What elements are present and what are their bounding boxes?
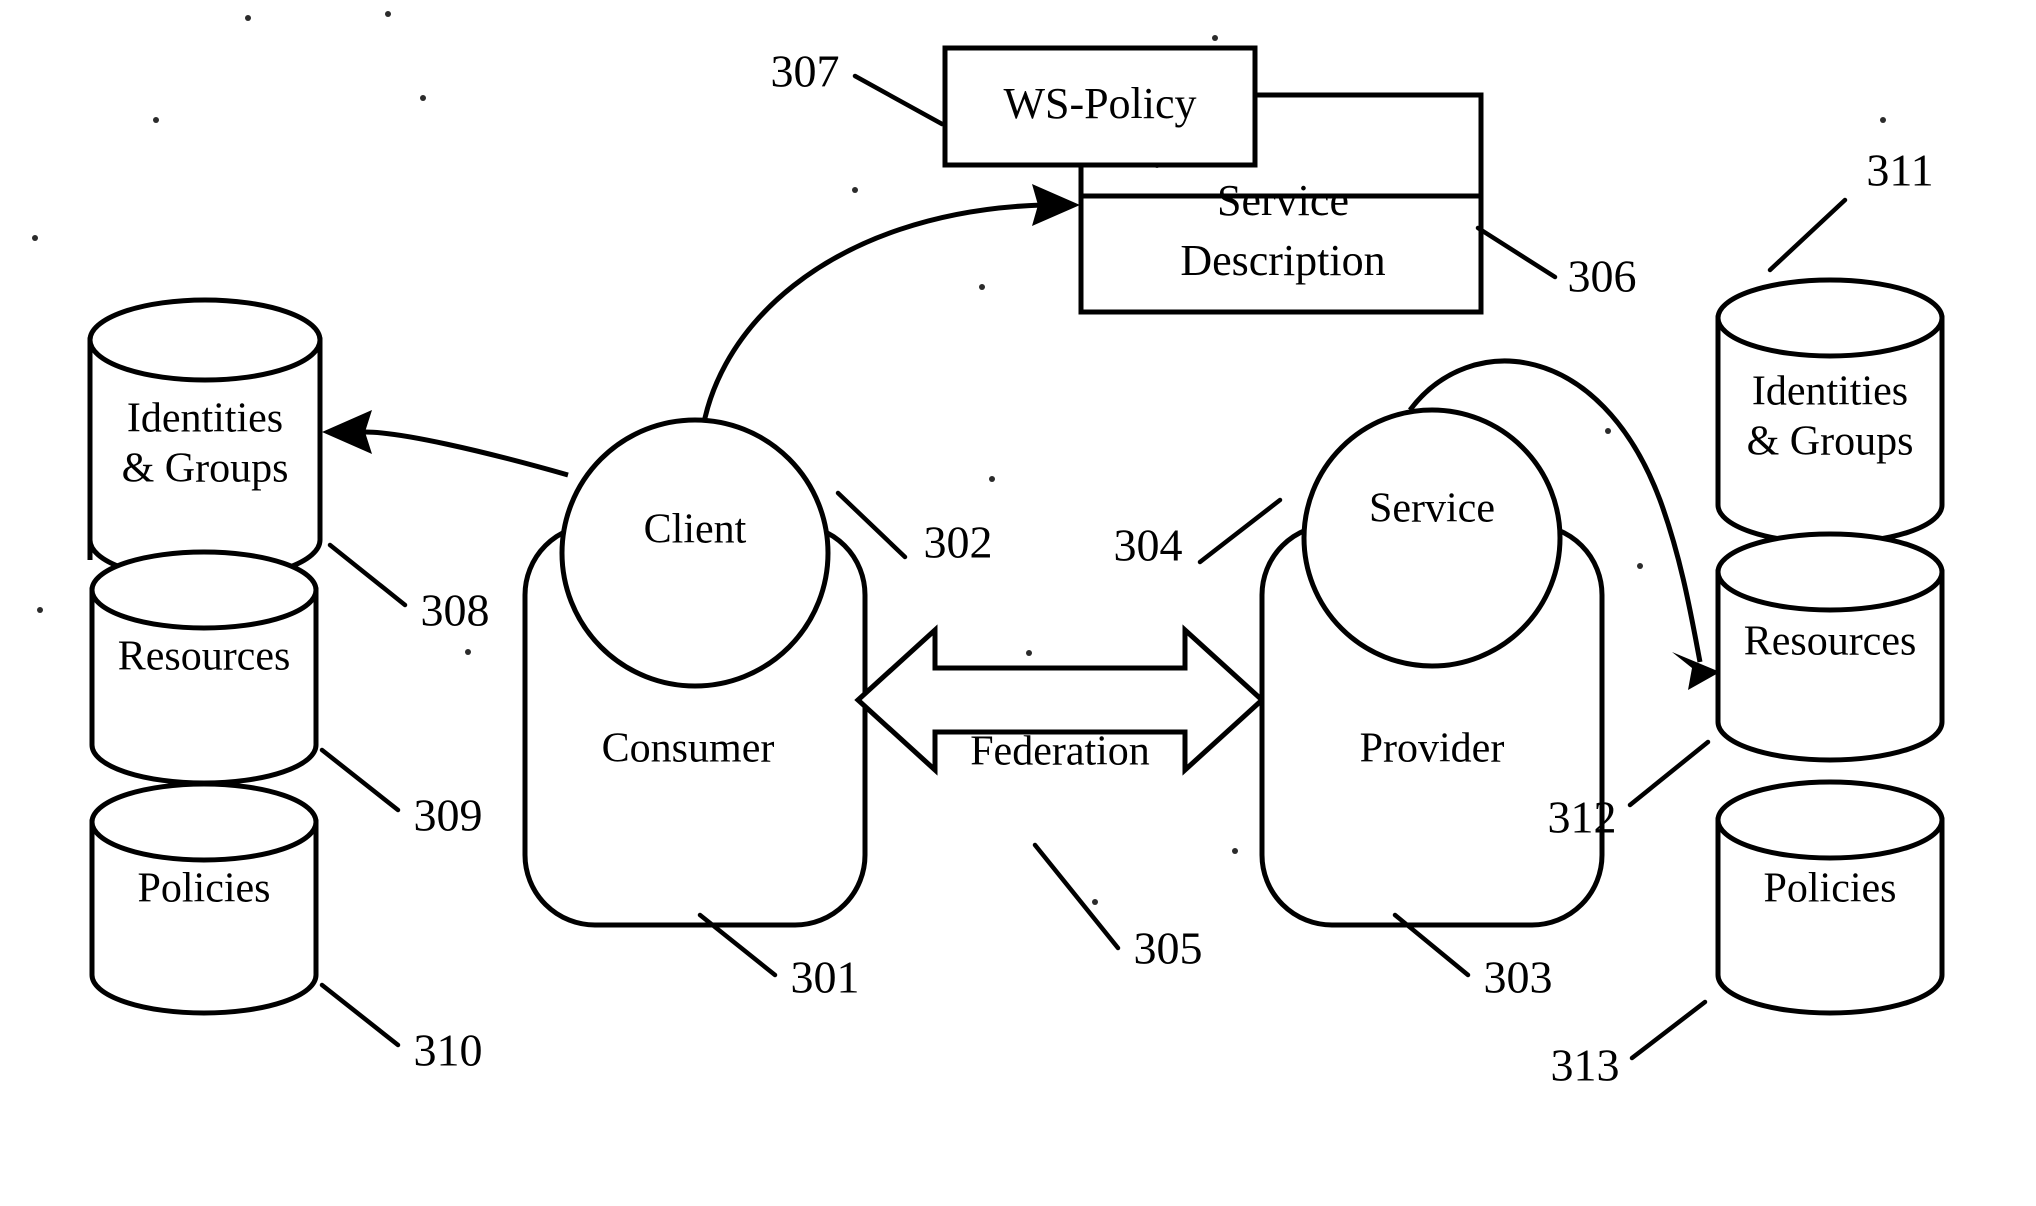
left-store-0-line1: Identities [127,396,283,442]
ref-leader-309 [319,747,401,813]
federation-arrow[interactable]: Federation [854,624,1266,776]
right-store-resources[interactable]: Resources [1715,531,1945,763]
ref-number-310: 310 [414,1025,483,1076]
provider-group[interactable]: Service Provider [1259,407,1605,928]
consumer-group[interactable]: Client Consumer [522,417,868,928]
service-description-line1: Service [1217,176,1349,225]
service-label: Service [1369,486,1495,532]
ref-leader-308 [327,542,408,608]
ref-leader-305 [1032,842,1121,951]
right-store-0-line1: Identities [1752,369,1908,415]
left-store-0-line2: & Groups [122,446,289,492]
federation-label: Federation [970,729,1150,775]
ref-number-313: 313 [1551,1040,1620,1091]
service-description-line2: Description [1180,236,1385,285]
ws-policy-label: WS-Policy [1003,79,1196,128]
consumer-label: Consumer [602,726,775,772]
ref-number-307: 307 [771,46,840,97]
ref-number-303: 303 [1484,952,1553,1003]
ref-number-301: 301 [791,952,860,1003]
ref-number-302: 302 [924,517,993,568]
left-store-policies[interactable]: Policies [89,781,319,1016]
left-store-1-line1: Resources [118,634,291,680]
ref-number-309: 309 [414,790,483,841]
ref-leader-310 [319,982,401,1048]
right-store-1-line1: Resources [1744,619,1917,665]
left-store-identities-groups[interactable]: Identities & Groups [87,297,323,583]
diagram-svg: WS-Policy 307 Service Description 306 Id… [32,11,1945,1091]
left-store-2-line1: Policies [138,866,271,912]
client-to-service-description-arrow [697,184,1080,456]
right-store-0-line2: & Groups [1747,419,1914,465]
figure-canvas: WS-Policy 307 Service Description 306 Id… [0,0,2036,1206]
ref-number-311: 311 [1866,145,1933,196]
ref-leader-311 [1767,197,1848,273]
consumer-to-identities-arrow [322,410,569,478]
right-store-policies[interactable]: Policies [1715,779,1945,1016]
ref-leader-306 [1475,225,1558,280]
ws-policy-box[interactable]: WS-Policy [942,45,1258,168]
ref-leader-307 [852,73,945,127]
ref-leader-312 [1627,739,1711,808]
ref-leader-313 [1629,999,1708,1061]
client-label: Client [644,507,747,553]
right-store-2-line1: Policies [1764,866,1897,912]
ref-leader-304 [1197,497,1283,565]
ref-number-305: 305 [1134,923,1203,974]
ref-number-308: 308 [421,585,490,636]
ref-number-306: 306 [1568,251,1637,302]
right-store-identities-groups[interactable]: Identities & Groups [1715,277,1945,546]
ref-number-312: 312 [1548,792,1617,843]
provider-label: Provider [1360,726,1505,772]
ref-number-304: 304 [1114,520,1183,571]
